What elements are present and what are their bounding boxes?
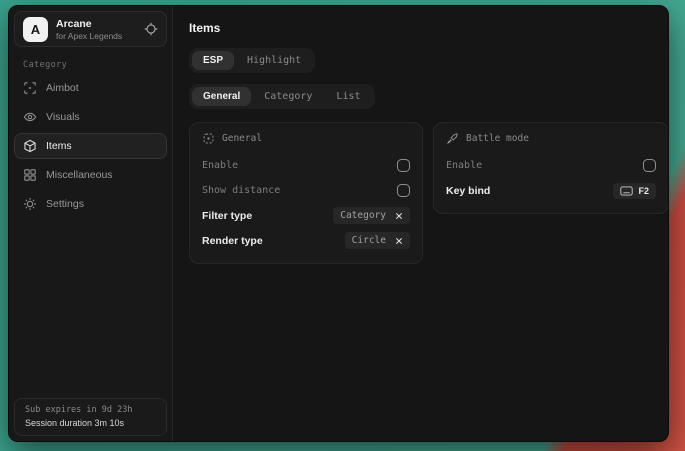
setting-label: Key bind (446, 185, 490, 197)
target-icon[interactable] (144, 22, 158, 36)
sidebar-item-label: Items (46, 140, 72, 152)
sun-icon (202, 132, 215, 145)
tab-list[interactable]: List (325, 87, 371, 106)
sidebar-item-settings[interactable]: Settings (14, 191, 167, 217)
sidebar-nav: Aimbot Visuals Items (14, 75, 167, 217)
sidebar: A Arcane for Apex Legends Category (9, 6, 173, 441)
render-type-tag[interactable]: Circle (345, 232, 410, 249)
setting-row-key-bind: Key bind F2 (446, 178, 656, 203)
sidebar-item-visuals[interactable]: Visuals (14, 104, 167, 130)
mode-tab-group: ESP Highlight (189, 48, 315, 73)
close-icon[interactable] (395, 237, 403, 245)
setting-label: Enable (202, 160, 238, 171)
setting-row-enable: Enable (446, 153, 656, 178)
keyboard-icon (620, 186, 633, 196)
app-logo: A (23, 17, 48, 42)
app-window: A Arcane for Apex Legends Category (8, 5, 669, 442)
panel-title: General (222, 133, 262, 144)
setting-label: Show distance (202, 185, 280, 196)
keybind-value: F2 (638, 186, 649, 196)
tab-category[interactable]: Category (253, 87, 323, 106)
subscription-card: Sub expires in 9d 23h Session duration 3… (14, 398, 167, 436)
sidebar-item-label: Aimbot (46, 82, 79, 94)
session-duration-text: Session duration 3m 10s (25, 418, 156, 428)
sidebar-item-label: Miscellaneous (46, 169, 113, 181)
setting-label: Filter type (202, 210, 252, 222)
sidebar-item-label: Visuals (46, 111, 80, 123)
view-tab-group: General Category List (189, 84, 375, 109)
filter-type-tag[interactable]: Category (333, 207, 410, 224)
sidebar-item-items[interactable]: Items (14, 133, 167, 159)
setting-label: Render type (202, 235, 263, 247)
sub-expiry-text: Sub expires in 9d 23h (25, 405, 156, 415)
enable-checkbox[interactable] (397, 159, 410, 172)
general-panel: General Enable Show distance Filter type… (189, 122, 423, 264)
grid-icon (23, 168, 37, 182)
setting-row-show-distance: Show distance (202, 178, 410, 203)
sidebar-item-miscellaneous[interactable]: Miscellaneous (14, 162, 167, 188)
tab-highlight[interactable]: Highlight (236, 51, 312, 70)
battle-enable-checkbox[interactable] (643, 159, 656, 172)
gear-icon (23, 197, 37, 211)
close-icon[interactable] (395, 212, 403, 220)
keybind-chip[interactable]: F2 (613, 183, 656, 199)
eye-icon (23, 110, 37, 124)
battle-mode-panel: Battle mode Enable Key bind (433, 122, 669, 214)
sidebar-section-label: Category (23, 60, 167, 70)
sidebar-item-label: Settings (46, 198, 84, 210)
app-title: Arcane (56, 18, 122, 30)
sword-icon (446, 132, 459, 145)
show-distance-checkbox[interactable] (397, 184, 410, 197)
panel-title: Battle mode (466, 133, 529, 144)
crosshair-icon (23, 81, 37, 95)
setting-row-render-type: Render type Circle (202, 228, 410, 253)
setting-label: Enable (446, 160, 482, 171)
tab-general[interactable]: General (192, 87, 251, 106)
tag-value: Category (340, 210, 386, 221)
sidebar-item-aimbot[interactable]: Aimbot (14, 75, 167, 101)
page-title: Items (189, 21, 669, 35)
panels-row: General Enable Show distance Filter type… (189, 122, 669, 264)
tab-esp[interactable]: ESP (192, 51, 234, 70)
app-subtitle: for Apex Legends (56, 31, 122, 41)
tag-value: Circle (352, 235, 386, 246)
setting-row-enable: Enable (202, 153, 410, 178)
main-content: Items ESP Highlight General Category Lis… (173, 6, 669, 441)
box-icon (23, 139, 37, 153)
app-header-card: A Arcane for Apex Legends (14, 11, 167, 47)
setting-row-filter-type: Filter type Category (202, 203, 410, 228)
